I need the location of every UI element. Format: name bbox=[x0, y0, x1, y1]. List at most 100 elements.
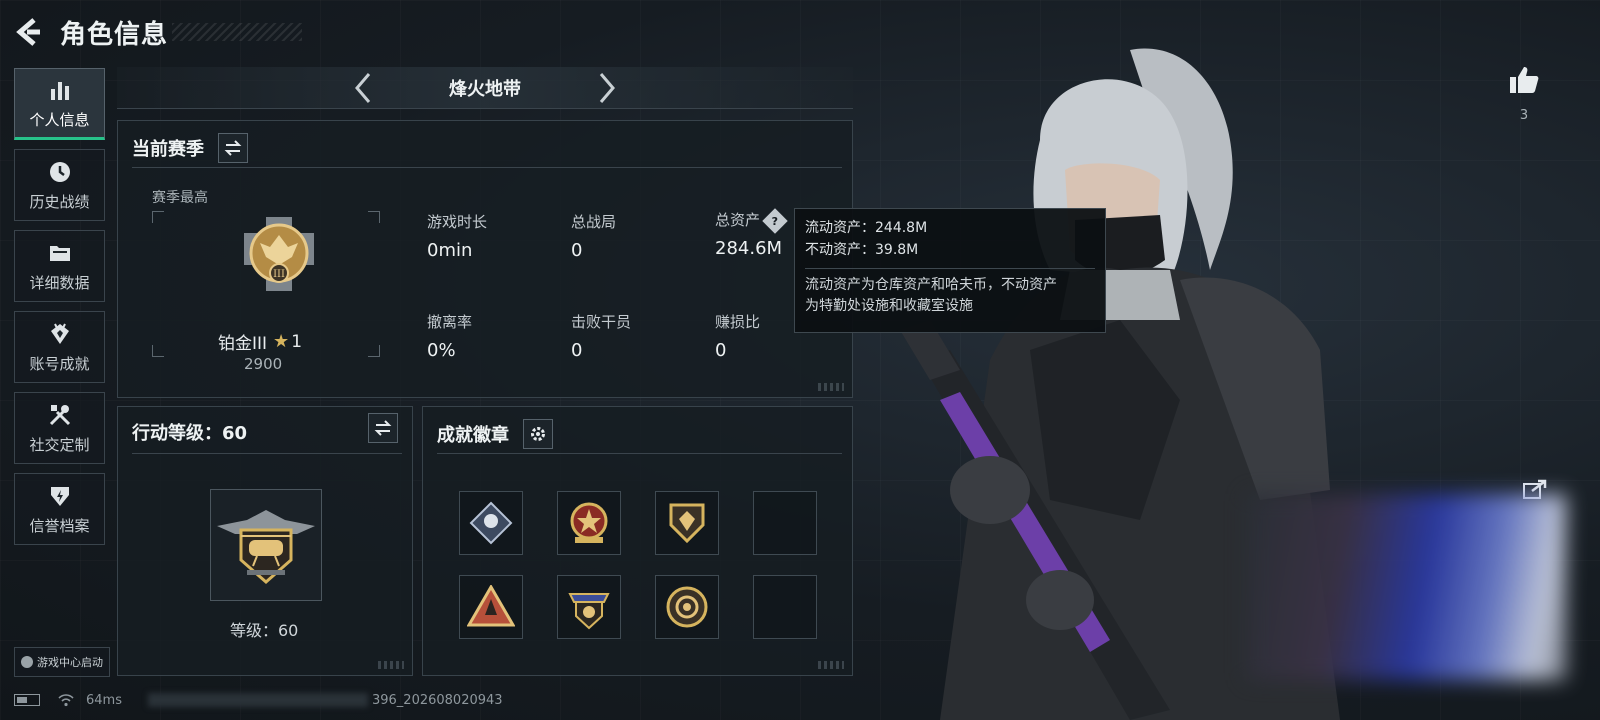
ping-value: 64ms bbox=[86, 692, 122, 708]
sidebar-item-social[interactable]: 社交定制 bbox=[14, 392, 105, 464]
like-count: 3 bbox=[1519, 108, 1529, 123]
svg-text:III: III bbox=[273, 269, 285, 280]
stat-play-time: 游戏时长 0min bbox=[427, 211, 487, 261]
sidebar-item-label: 账号成就 bbox=[29, 354, 90, 373]
gear-icon bbox=[531, 427, 545, 441]
rank-frame: III 铂金III ★ 1 2900 bbox=[152, 211, 380, 373]
stat-label: 总资产? bbox=[715, 207, 788, 234]
stat-total-assets: 总资产? 284.6M bbox=[715, 207, 788, 259]
folder-icon bbox=[49, 245, 70, 261]
diamond-badge-icon bbox=[469, 501, 513, 545]
game-center-launch-button[interactable]: 游戏中心启动 bbox=[14, 647, 110, 677]
achievement-icon bbox=[50, 323, 69, 344]
thumbs-up-icon bbox=[1510, 67, 1539, 93]
mode-name: 烽火地带 bbox=[449, 78, 521, 100]
rank-name: 铂金III ★ 1 bbox=[218, 329, 302, 354]
achievement-header: 成就徽章 bbox=[437, 419, 553, 449]
mode-selector: 烽火地带 bbox=[117, 67, 853, 109]
level-title: 行动等级：60 bbox=[132, 423, 248, 444]
sidebar-item-personal-info[interactable]: 个人信息 bbox=[14, 68, 105, 140]
round-badge-icon bbox=[666, 586, 708, 628]
stat-profit-loss-ratio: 赚损比 0 bbox=[715, 311, 760, 361]
season-switch-button[interactable] bbox=[218, 133, 248, 163]
tooltip-description-line2: 为特勤处设施和收藏室设施 bbox=[805, 298, 973, 315]
build-id: 396_202608020943 bbox=[371, 692, 503, 708]
sidebar-item-label: 个人信息 bbox=[29, 110, 90, 129]
shield-icon bbox=[50, 486, 69, 506]
history-icon bbox=[49, 161, 70, 182]
sidebar: 个人信息 历史战绩 详细数据 账号成就 社交定制 信誉档案 bbox=[14, 68, 106, 554]
like-button[interactable]: 3 bbox=[1508, 64, 1540, 123]
season-best-label: 赛季最高 bbox=[152, 190, 208, 206]
stat-label: 赚损比 bbox=[715, 313, 761, 331]
rank-badge-icon: III bbox=[244, 217, 314, 291]
stat-value: 0 bbox=[571, 340, 583, 361]
header: 角色信息 bbox=[14, 12, 303, 52]
achievement-title: 成就徽章 bbox=[437, 425, 509, 446]
helicopter-badge-icon bbox=[217, 510, 315, 584]
action-level-panel: 行动等级：60 等级：60 bbox=[117, 406, 413, 676]
stat-label: 总战局 bbox=[571, 213, 617, 231]
sidebar-item-label: 详细数据 bbox=[29, 273, 90, 292]
achievement-badge-slot[interactable] bbox=[459, 491, 523, 555]
achievement-badge-slot[interactable] bbox=[655, 575, 719, 639]
sidebar-item-credit[interactable]: 信誉档案 bbox=[14, 473, 105, 545]
tooltip-description-line1: 流动资产为仓库资产和哈夫币，不动资产 bbox=[805, 276, 1057, 293]
tooltip-liquid-assets: 流动资产：244.8M bbox=[805, 220, 928, 236]
stat-value: 0% bbox=[427, 340, 456, 361]
title-decoration bbox=[172, 23, 303, 41]
stat-label: 撤离率 bbox=[427, 313, 473, 331]
sidebar-item-achievements[interactable]: 账号成就 bbox=[14, 311, 105, 383]
back-arrow-icon[interactable] bbox=[14, 17, 44, 47]
stat-value: 0 bbox=[715, 340, 727, 361]
sidebar-item-label: 社交定制 bbox=[29, 435, 90, 454]
swap-icon bbox=[224, 140, 242, 156]
sidebar-item-detailed-data[interactable]: 详细数据 bbox=[14, 230, 105, 302]
achievement-badges-panel: 成就徽章 bbox=[422, 406, 853, 676]
rank-tier: 铂金III bbox=[218, 334, 268, 354]
divider bbox=[132, 453, 402, 454]
tooltip-divider bbox=[805, 267, 1095, 269]
achievement-badge-slot[interactable] bbox=[459, 575, 523, 639]
chevron-left-icon[interactable] bbox=[351, 71, 375, 105]
stat-value: 284.6M bbox=[715, 238, 783, 259]
corner-decoration bbox=[818, 661, 844, 669]
sidebar-item-label: 信誉档案 bbox=[29, 516, 90, 535]
achievement-settings-button[interactable] bbox=[523, 419, 553, 449]
stat-label: 游戏时长 bbox=[427, 213, 488, 231]
star-badge-icon bbox=[570, 502, 608, 543]
season-title: 当前赛季 bbox=[132, 139, 204, 160]
stat-label: 击败干员 bbox=[571, 313, 632, 331]
bar-chart-icon bbox=[50, 81, 69, 100]
swap-icon bbox=[374, 420, 392, 436]
level-switch-button[interactable] bbox=[368, 413, 398, 443]
stat-label-text: 总资产 bbox=[715, 211, 761, 229]
assets-tooltip: 流动资产：244.8M 不动资产：39.8M 流动资产为仓库资产和哈夫币，不动资… bbox=[794, 208, 1106, 333]
triangle-badge-icon bbox=[467, 585, 515, 627]
achievement-badge-slot[interactable] bbox=[655, 491, 719, 555]
game-center-label: 游戏中心启动 bbox=[37, 656, 103, 669]
wifi-icon bbox=[58, 694, 74, 707]
star-icon: ★ bbox=[273, 331, 290, 352]
achievement-badge-slot[interactable] bbox=[557, 491, 621, 555]
achievement-badge-slot-empty[interactable] bbox=[753, 491, 817, 555]
stat-value: 0 bbox=[571, 240, 583, 261]
achievement-badge-slot-empty[interactable] bbox=[753, 575, 817, 639]
tooltip-fixed-assets: 不动资产：39.8M bbox=[805, 242, 919, 259]
stat-total-matches: 总战局 0 bbox=[571, 211, 616, 261]
season-header: 当前赛季 bbox=[132, 133, 248, 163]
chevron-right-icon[interactable] bbox=[595, 71, 619, 105]
uid-redacted bbox=[147, 693, 368, 707]
rank-stars: 1 bbox=[291, 331, 303, 352]
sidebar-item-history[interactable]: 历史战绩 bbox=[14, 149, 105, 221]
help-icon[interactable]: ? bbox=[762, 207, 788, 234]
corner-decoration bbox=[818, 383, 844, 391]
battery-icon bbox=[14, 694, 40, 706]
level-header: 行动等级：60 bbox=[132, 419, 247, 445]
status-bar: 64ms 396_202608020943 bbox=[14, 690, 503, 710]
shield-badge-icon bbox=[669, 503, 705, 544]
divider bbox=[132, 167, 842, 168]
rank-points: 2900 bbox=[244, 355, 283, 373]
achievement-badge-slot[interactable] bbox=[557, 575, 621, 639]
tools-icon bbox=[49, 404, 70, 425]
